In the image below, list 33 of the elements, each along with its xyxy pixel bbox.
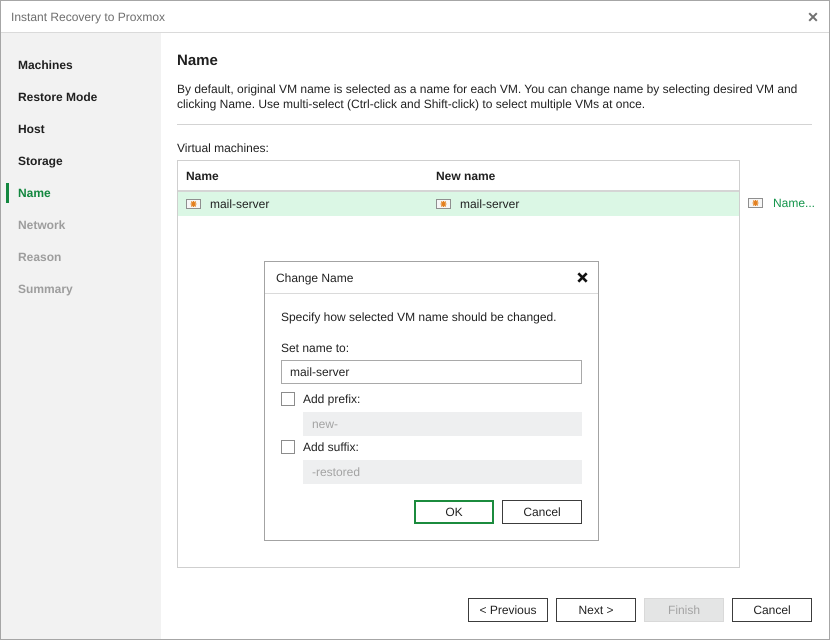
table-caption: Virtual machines: (177, 141, 269, 156)
column-header[interactable]: New name (436, 168, 496, 182)
table-row[interactable]: mail-server mail-server (178, 192, 739, 216)
vm-name: mail-server (210, 197, 270, 211)
sidebar-item: Network (17, 217, 66, 234)
sidebar-item[interactable]: Name (6, 183, 51, 203)
vm-icon (436, 199, 451, 209)
new-vm-name: mail-server (460, 197, 520, 211)
sidebar-item: Reason (17, 249, 62, 266)
cancel-button[interactable]: Cancel (732, 598, 812, 622)
next-button[interactable]: Next > (556, 598, 636, 622)
name-input[interactable]: mail-server (281, 360, 582, 384)
sidebar-item[interactable]: Restore Mode (6, 87, 98, 107)
ok-button[interactable]: OK (414, 500, 494, 524)
vm-icon (186, 199, 201, 209)
dialog-instruction: Specify how selected VM name should be changed. (281, 310, 557, 325)
cancel-button[interactable]: Cancel (502, 500, 582, 524)
sidebar-item[interactable]: Host (6, 119, 45, 139)
close-icon[interactable] (577, 272, 588, 283)
window-title: Instant Recovery to Proxmox (11, 10, 166, 24)
page-heading: Name (177, 51, 218, 71)
option-input: -restored (303, 460, 582, 484)
option-input: new- (303, 412, 582, 436)
sidebar-item[interactable]: Storage (6, 151, 63, 171)
dialog-title: Change Name (276, 270, 354, 284)
sidebar-item: Summary (17, 281, 73, 298)
column-header[interactable]: Name (186, 168, 219, 182)
previous-button[interactable]: < Previous (468, 598, 548, 622)
sidebar-item[interactable]: Machines (6, 55, 73, 75)
vm-icon (748, 198, 763, 208)
rename-button[interactable]: Name... (748, 191, 816, 215)
page-description: By default, original VM name is selected as a name for each VM. You can change name by selecting desired VM and clicking Name. Use multi-select (Ctrl-click and Shift-click) to select multiple VMs at once. (177, 82, 798, 112)
field-label: Set name to: (281, 341, 350, 356)
